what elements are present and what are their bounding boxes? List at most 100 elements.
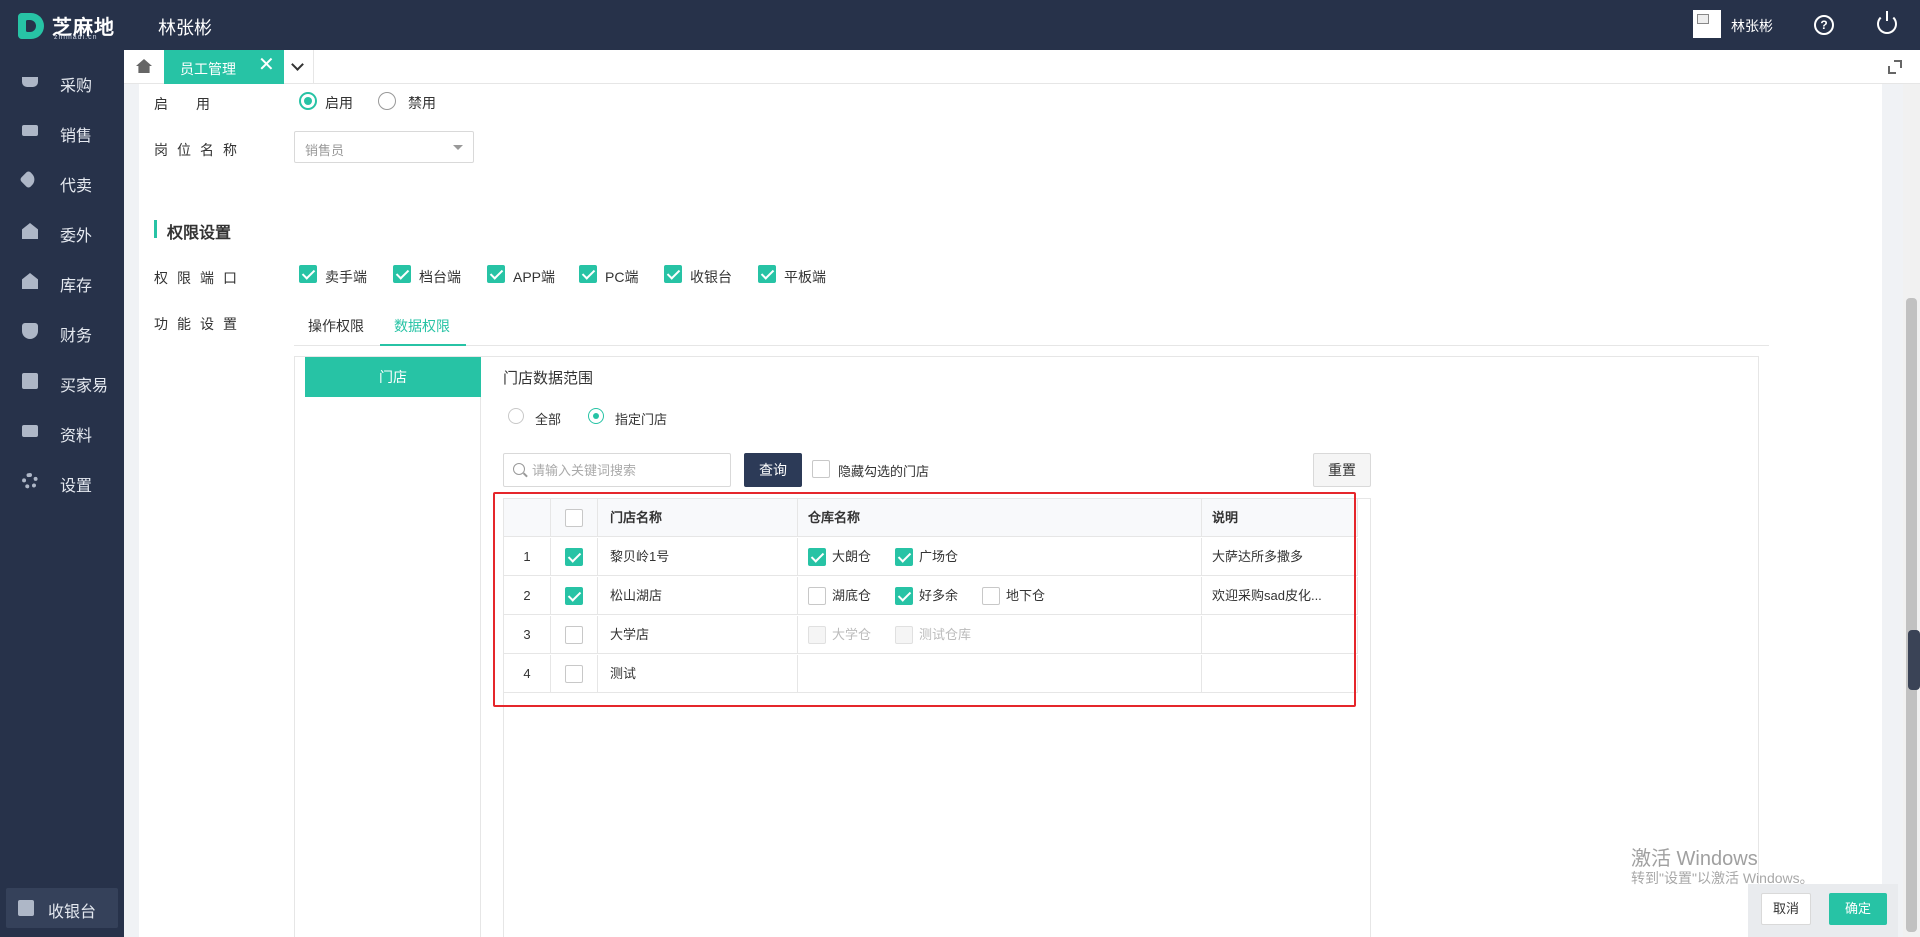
sidebar-item-consignment[interactable]: 代卖	[0, 162, 124, 202]
sidebar-item-inventory[interactable]: 库存	[0, 262, 124, 302]
stack-icon	[22, 373, 38, 389]
scrollbar-thumb[interactable]	[1906, 298, 1917, 932]
close-icon[interactable]: ✕	[258, 55, 275, 75]
basket-icon	[22, 77, 38, 87]
port-label[interactable]: 平板端	[784, 267, 826, 287]
permission-category-list: 门店	[305, 357, 481, 937]
sidebar-item-label: 买家易	[60, 378, 109, 395]
hide-checked-label[interactable]: 隐藏勾选的门店	[838, 461, 929, 480]
shop-name: 林张彬	[158, 18, 212, 38]
fullscreen-icon[interactable]	[1888, 60, 1902, 74]
port-checkbox[interactable]	[758, 265, 776, 283]
home-icon	[136, 59, 152, 73]
highlight-box	[493, 492, 1356, 707]
windows-activation-title: 激活 Windows	[1631, 848, 1758, 870]
port-label[interactable]: 档台端	[419, 267, 461, 287]
avatar[interactable]	[1693, 10, 1721, 38]
home-button[interactable]	[124, 50, 164, 84]
house-icon	[22, 273, 38, 289]
tab-bar: 员工管理 ✕	[124, 50, 1920, 84]
cart-icon	[22, 125, 38, 136]
section-marker	[154, 220, 157, 238]
cancel-button[interactable]: 取消	[1761, 893, 1811, 925]
enable-on-label[interactable]: 启用	[325, 93, 353, 113]
sidebar-item-label: 采购	[60, 78, 93, 95]
confirm-button[interactable]: 确定	[1829, 893, 1887, 925]
port-checkbox[interactable]	[579, 265, 597, 283]
logo[interactable]: 芝麻地 zhimadi.cn	[18, 10, 128, 41]
subtab-operation[interactable]: 操作权限	[308, 316, 364, 336]
side-drag-handle[interactable]	[1908, 630, 1920, 690]
port-checkbox[interactable]	[664, 265, 682, 283]
enable-on-radio[interactable]	[299, 92, 317, 110]
port-label[interactable]: 卖手端	[325, 267, 367, 287]
warehouse-icon	[22, 223, 38, 239]
sidebar-item-label: 委外	[60, 228, 93, 245]
chevron-down-icon	[291, 58, 304, 71]
user-name[interactable]: 林张彬	[1731, 16, 1773, 36]
store-scope-title: 门店数据范围	[503, 370, 594, 387]
top-bar: 芝麻地 zhimadi.cn 林张彬 林张彬 ?	[0, 0, 1920, 50]
sidebar-item-label: 销售	[60, 128, 93, 145]
vertical-scrollbar[interactable]	[1903, 84, 1920, 937]
scope-all-radio[interactable]	[508, 408, 524, 424]
category-store[interactable]: 门店	[305, 357, 481, 397]
sidebar-item-sales[interactable]: 销售	[0, 112, 124, 152]
logo-subtext: zhimadi.cn	[54, 34, 98, 41]
printer-icon	[22, 425, 38, 437]
function-label: 功能设置	[154, 316, 246, 332]
sidebar-item-label: 资料	[60, 428, 93, 445]
port-checkbox[interactable]	[393, 265, 411, 283]
logo-icon	[18, 13, 44, 39]
search-icon	[513, 463, 525, 475]
cashier-label: 收银台	[48, 904, 97, 921]
footer-actions: 取消 确定	[1748, 884, 1898, 937]
position-select[interactable]: 销售员	[294, 131, 474, 163]
help-icon[interactable]: ?	[1814, 15, 1834, 35]
scope-specific-radio[interactable]	[588, 408, 604, 424]
tab-staff-management[interactable]: 员工管理 ✕	[164, 50, 284, 84]
enable-label: 启 用	[154, 96, 210, 112]
ports-label: 权限端口	[154, 270, 246, 286]
position-value: 销售员	[305, 143, 345, 158]
cashier-button[interactable]: 收银台	[6, 888, 118, 928]
subtab-data[interactable]: 数据权限	[394, 316, 450, 336]
search-input[interactable]	[532, 455, 722, 485]
sidebar-item-label: 代卖	[60, 178, 93, 195]
subtab-active-indicator	[380, 344, 466, 346]
tab-label: 员工管理	[180, 61, 236, 77]
enable-off-radio[interactable]	[378, 92, 396, 110]
scope-specific-label[interactable]: 指定门店	[615, 409, 667, 428]
port-label[interactable]: APP端	[513, 267, 555, 287]
scope-all-label[interactable]: 全部	[535, 409, 561, 428]
finance-icon	[22, 323, 38, 339]
port-label[interactable]: 收银台	[690, 267, 732, 287]
section-title: 权限设置	[167, 225, 232, 242]
sidebar-item-data[interactable]: 资料	[0, 412, 124, 452]
reset-button[interactable]: 重置	[1313, 453, 1371, 487]
caret-down-icon	[453, 145, 463, 150]
port-label[interactable]: PC端	[605, 267, 638, 287]
hide-checked-checkbox[interactable]	[812, 460, 830, 478]
sidebar-item-outsource[interactable]: 委外	[0, 212, 124, 252]
sidebar-item-purchase[interactable]: 采购	[0, 62, 124, 102]
sidebar-item-label: 财务	[60, 328, 93, 345]
port-checkbox[interactable]	[299, 265, 317, 283]
position-label: 岗位名称	[154, 142, 246, 158]
sidebar-item-label: 设置	[60, 478, 93, 495]
enable-off-label[interactable]: 禁用	[408, 93, 436, 113]
query-button[interactable]: 查询	[744, 453, 802, 487]
subtab-divider	[294, 345, 1769, 346]
sidebar-item-settings[interactable]: 设置	[0, 462, 124, 502]
tag-icon	[19, 170, 38, 189]
power-icon[interactable]	[1877, 11, 1897, 34]
sidebar-item-finance[interactable]: 财务	[0, 312, 124, 352]
sidebar-item-buyer[interactable]: 买家易	[0, 362, 124, 402]
port-checkbox[interactable]	[487, 265, 505, 283]
tab-dropdown-button[interactable]	[284, 50, 314, 84]
cashier-icon	[18, 900, 34, 916]
sidebar: 采购 销售 代卖 委外 库存 财务 买家易 资料 设置 收银台	[0, 50, 124, 937]
sidebar-item-label: 库存	[60, 278, 93, 295]
search-box[interactable]	[503, 453, 731, 487]
gear-icon	[22, 473, 38, 489]
